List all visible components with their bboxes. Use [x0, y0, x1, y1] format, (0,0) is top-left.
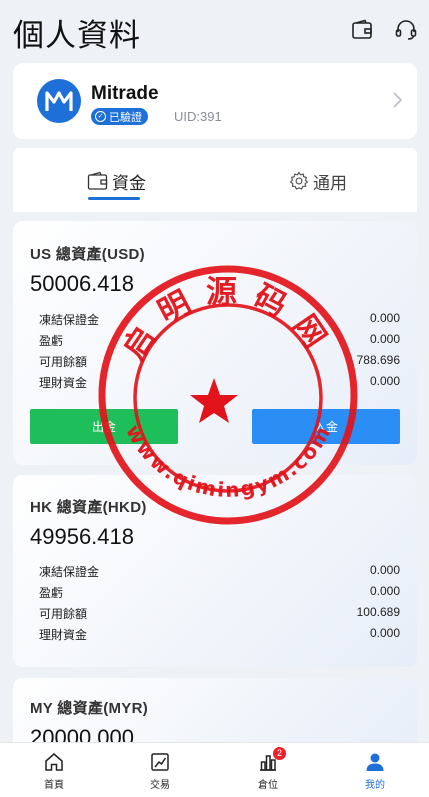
- tabbar-label: 我的: [365, 780, 385, 791]
- asset-title: MY 總資產(MYR): [30, 700, 149, 717]
- trade-chart-icon: [151, 753, 169, 771]
- bottom-tab-bar: 首頁 交易 2 倉位 我的: [0, 742, 429, 797]
- asset-card-us: US 總資產(USD) 50006.418 凍結保證金 0.000 盈虧 0.0…: [13, 221, 417, 465]
- uid-label: UID:391: [174, 109, 222, 124]
- asset-card-hk: HK 總資產(HKD) 49956.418 凍結保證金 0.000 盈虧 0.0…: [13, 475, 417, 667]
- tabbar-item-me[interactable]: 我的: [345, 751, 405, 795]
- row-label: 可用餘額: [39, 607, 88, 621]
- positions-badge: 2: [273, 747, 286, 760]
- headset-support-icon[interactable]: [394, 18, 418, 42]
- tabbar-label: 交易: [150, 780, 170, 791]
- verified-label: 已驗證: [109, 111, 142, 124]
- deposit-button[interactable]: 入金: [252, 409, 400, 444]
- tabbar-label: 倉位: [258, 780, 278, 791]
- asset-row: 凍結保證金 0.000: [39, 560, 400, 581]
- tabbar-item-trade[interactable]: 交易: [130, 751, 190, 795]
- row-value: 0.000: [369, 563, 400, 577]
- withdraw-button[interactable]: 出金: [30, 409, 178, 444]
- tab-funds[interactable]: 資金: [87, 168, 146, 194]
- home-icon: [45, 753, 63, 771]
- row-label: 理財資金: [39, 376, 88, 390]
- asset-title: HK 總資產(HKD): [30, 499, 147, 516]
- check-circle-icon: ✓: [95, 111, 106, 122]
- asset-title: US 總資產(USD): [30, 246, 145, 263]
- asset-total: 50006.418: [30, 271, 134, 296]
- page-header: 個人資料: [0, 0, 429, 60]
- row-label: 盈虧: [39, 334, 64, 348]
- asset-row: 盈虧 0.000: [39, 581, 400, 602]
- row-value: 0.000: [369, 626, 400, 640]
- profile-card[interactable]: Mitrade ✓ 已驗證 UID:391: [13, 63, 417, 139]
- gear-icon: [289, 171, 309, 190]
- active-tab-indicator: [88, 197, 140, 200]
- row-value: 0.000: [369, 311, 400, 325]
- page-title: 個人資料: [13, 18, 141, 53]
- row-label: 理財資金: [39, 628, 88, 642]
- row-label: 凍結保證金: [39, 565, 100, 579]
- row-value: 0.000: [369, 584, 400, 598]
- tab-general[interactable]: 通用: [288, 168, 347, 194]
- row-value: 100.689: [356, 605, 400, 619]
- asset-row: 可用餘額 100.689: [39, 602, 400, 623]
- tabbar-item-home[interactable]: 首頁: [24, 751, 84, 795]
- row-value: 0.000: [369, 332, 400, 346]
- row-value: 0.000: [369, 374, 400, 388]
- asset-row: 理財資金 0.000: [39, 623, 400, 644]
- tabbar-item-positions[interactable]: 2 倉位: [238, 747, 298, 795]
- row-label: 盈虧: [39, 586, 64, 600]
- asset-row: 凍結保證金 0.000: [39, 308, 400, 329]
- wallet-icon[interactable]: [350, 18, 374, 42]
- wallet-icon: [87, 171, 108, 190]
- tab-general-label: 通用: [313, 173, 347, 193]
- tabbar-label: 首頁: [44, 780, 64, 791]
- asset-row: 盈虧 0.000: [39, 329, 400, 350]
- avatar: [37, 79, 81, 123]
- chevron-right-icon[interactable]: [391, 91, 403, 109]
- username: Mitrade: [91, 83, 159, 104]
- asset-row: 可用餘額 788.696: [39, 350, 400, 371]
- asset-row: 理財資金 0.000: [39, 371, 400, 392]
- verified-badge: ✓ 已驗證: [91, 108, 148, 125]
- row-label: 可用餘額: [39, 355, 88, 369]
- user-icon: [366, 753, 384, 771]
- asset-tabs: 資金 通用: [13, 148, 417, 212]
- row-value: 788.696: [356, 353, 400, 367]
- asset-total: 49956.418: [30, 524, 134, 549]
- row-label: 凍結保證金: [39, 313, 100, 327]
- tab-funds-label: 資金: [112, 173, 146, 193]
